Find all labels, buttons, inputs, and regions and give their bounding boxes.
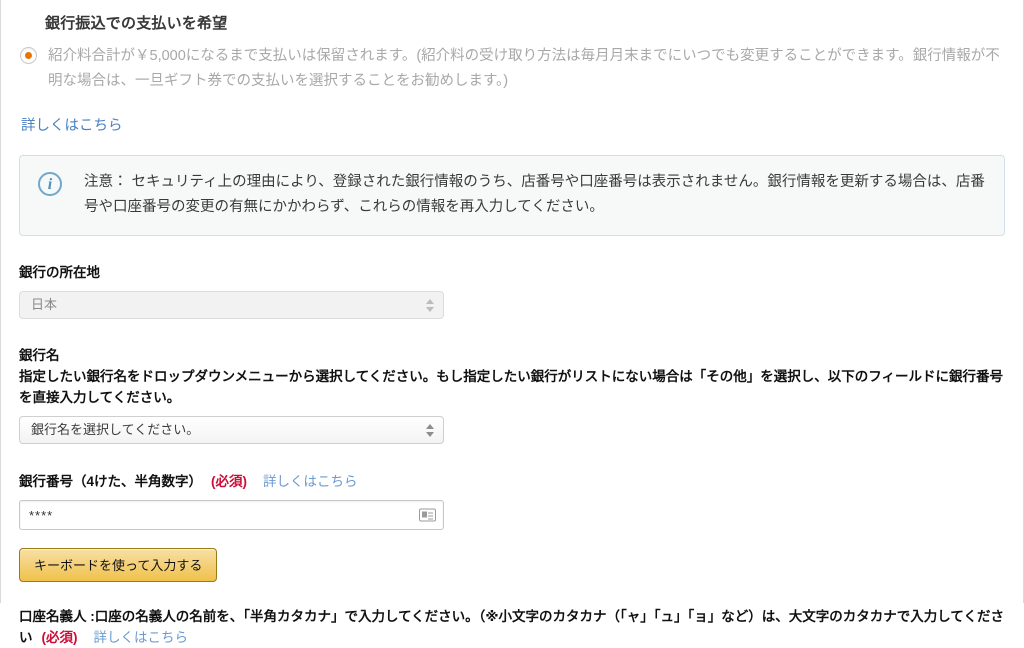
chevron-updown-icon (425, 421, 434, 439)
bank-number-group: 銀行番号（4けた、半角数字） (必須) 詳しくはこちら (19, 470, 1009, 530)
learn-more-link-top[interactable]: 詳しくはこちら (21, 114, 1009, 135)
keyboard-input-button[interactable]: キーボードを使って入力する (19, 548, 218, 582)
bank-name-select-value: 銀行名を選択してください。 (31, 422, 200, 437)
account-holder-required-badge: (必須) (41, 630, 78, 645)
bank-location-select[interactable]: 日本 (19, 291, 444, 319)
contact-card-icon[interactable] (419, 508, 436, 522)
chevron-updown-icon (425, 296, 434, 314)
bank-name-select[interactable]: 銀行名を選択してください。 (19, 416, 444, 444)
bank-location-label: 銀行の所在地 (19, 265, 100, 280)
learn-more-link-bank-number[interactable]: 詳しくはこちら (263, 470, 358, 490)
bank-number-required-badge: (必須) (211, 474, 248, 489)
bank-transfer-radio-label: 紹介料合計が￥5,000になるまで支払いは保留されます。(紹介料の受け取り方法は… (48, 48, 1000, 89)
security-notice: i 注意： セキュリティ上の理由により、登録された銀行情報のうち、店番号や口座番… (19, 155, 1005, 236)
bank-name-description: 指定したい銀行名をドロップダウンメニューから選択してください。もし指定したい銀行… (19, 369, 1004, 405)
bank-name-label: 銀行名 (19, 348, 60, 363)
bank-number-label-row: 銀行番号（4けた、半角数字） (必須) 詳しくはこちら (19, 470, 1009, 492)
account-holder-group: 口座名義人 :口座の名義人の名前を、「半角カタカナ」で入力してください。（※小文… (19, 606, 1009, 648)
bank-location-select-value: 日本 (31, 297, 58, 312)
bank-number-label: 銀行番号（4けた、半角数字） (19, 474, 203, 489)
bank-transfer-radio-row[interactable]: 紹介料合計が￥5,000になるまで支払いは保留されます。(紹介料の受け取り方法は… (19, 44, 1009, 94)
security-notice-text: 注意： セキュリティ上の理由により、登録された銀行情報のうち、店番号や口座番号は… (84, 174, 985, 215)
bank-transfer-radio[interactable] (20, 47, 37, 64)
bank-number-input[interactable] (19, 500, 444, 530)
learn-more-link-account-holder[interactable]: 詳しくはこちら (94, 630, 189, 645)
bank-name-group: 銀行名 指定したい銀行名をドロップダウンメニューから選択してください。もし指定し… (19, 345, 1009, 444)
bank-location-group: 銀行の所在地 日本 (19, 262, 1009, 319)
info-icon: i (38, 172, 62, 196)
payment-method-section: 銀行振込での支払いを希望 紹介料合計が￥5,000になるまで支払いは保留されます… (19, 0, 1009, 648)
page-title: 銀行振込での支払いを希望 (45, 15, 228, 32)
bank-number-input-wrap (19, 500, 444, 530)
page-root: 銀行振込での支払いを希望 紹介料合計が￥5,000になるまで支払いは保留されます… (0, 0, 1024, 645)
